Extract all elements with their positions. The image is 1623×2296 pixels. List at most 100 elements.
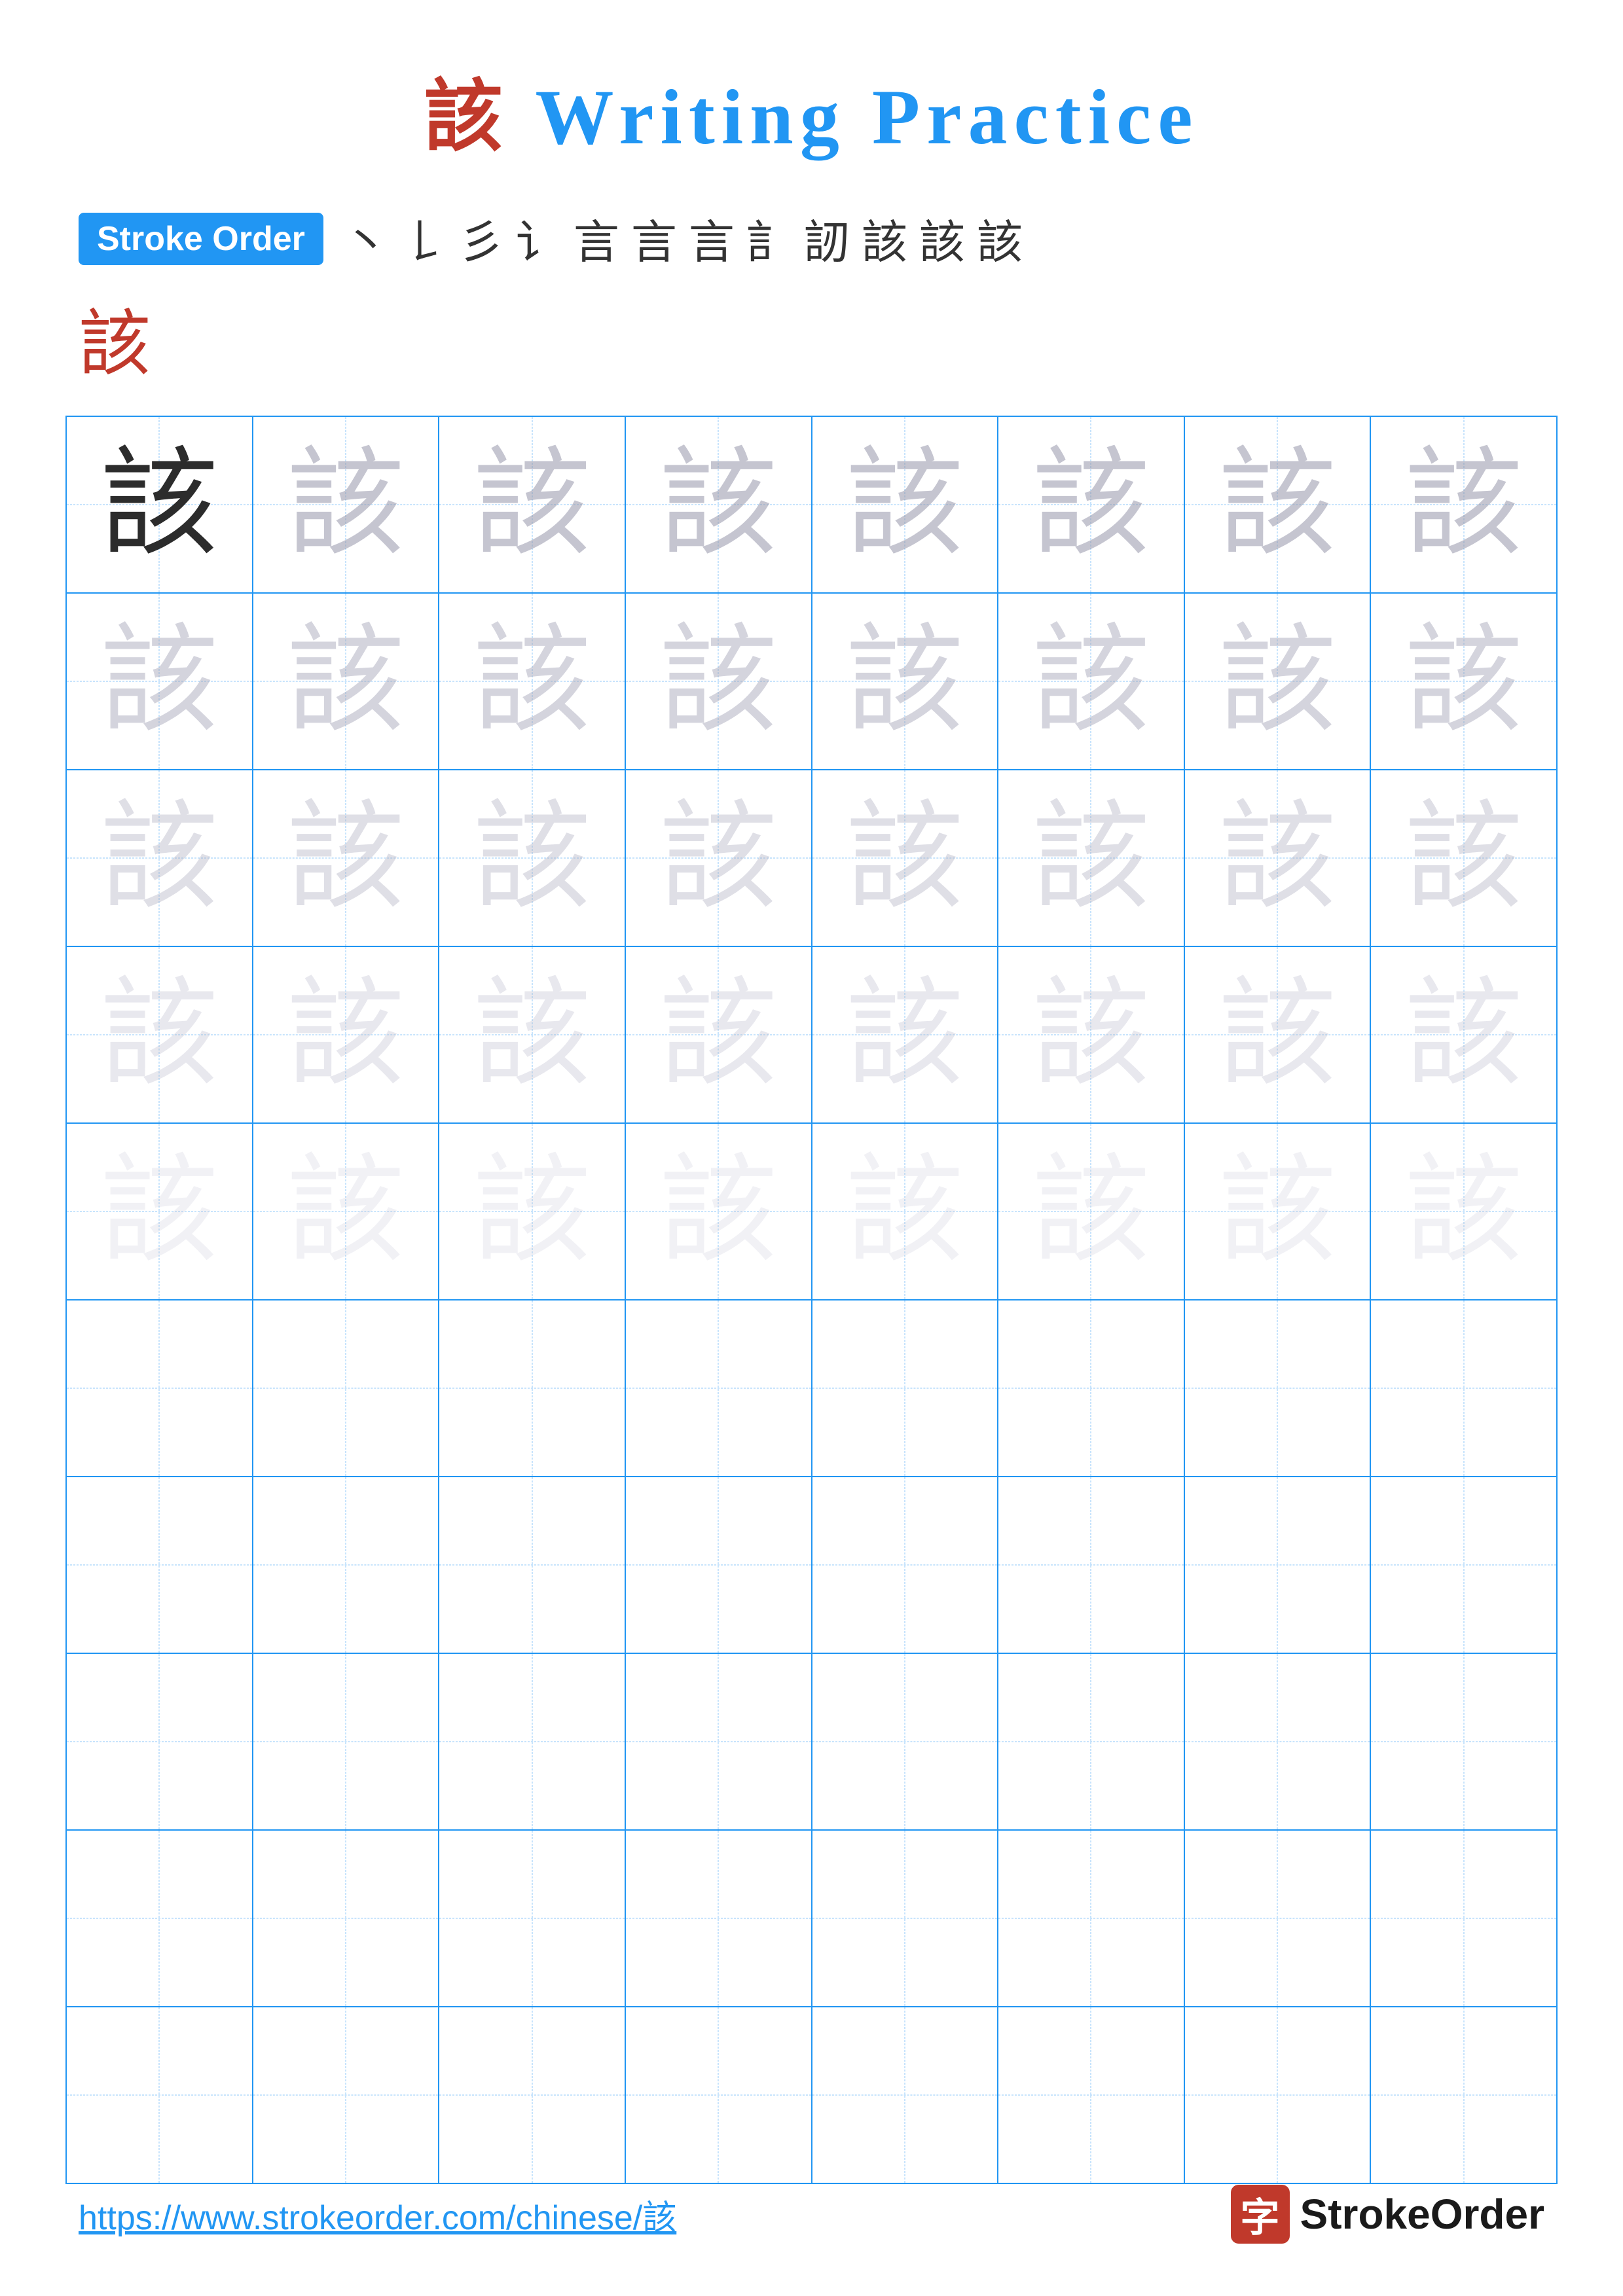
grid-cell[interactable]: 該 <box>998 593 1184 770</box>
practice-grid: 該 該 該 該 該 該 該 該 該 該 該 該 該 該 該 該 該 該 該 該 … <box>65 416 1558 2184</box>
grid-cell[interactable]: 該 <box>625 416 812 593</box>
grid-cell[interactable]: 該 <box>253 770 439 946</box>
grid-cell[interactable] <box>253 1830 439 2007</box>
grid-cell[interactable] <box>1370 2007 1557 2183</box>
practice-char: 該 <box>659 969 777 1100</box>
grid-cell[interactable] <box>253 1300 439 1477</box>
grid-cell[interactable]: 該 <box>1184 416 1371 593</box>
grid-cell[interactable] <box>439 2007 625 2183</box>
grid-cell[interactable]: 該 <box>1370 416 1557 593</box>
practice-char: 該 <box>473 969 591 1100</box>
practice-char: 該 <box>846 1146 964 1276</box>
grid-cell[interactable]: 該 <box>253 1123 439 1300</box>
grid-cell[interactable] <box>812 2007 998 2183</box>
grid-cell[interactable]: 該 <box>253 416 439 593</box>
grid-cell[interactable]: 該 <box>625 770 812 946</box>
practice-char: 該 <box>100 793 218 923</box>
grid-cell[interactable] <box>998 1477 1184 1653</box>
grid-cell[interactable] <box>625 1830 812 2007</box>
grid-cell[interactable] <box>812 1830 998 2007</box>
grid-cell[interactable] <box>253 1653 439 1830</box>
grid-cell[interactable] <box>998 1653 1184 1830</box>
grid-cell[interactable] <box>439 1300 625 1477</box>
grid-cell[interactable] <box>1370 1300 1557 1477</box>
grid-cell[interactable] <box>998 1830 1184 2007</box>
grid-cell[interactable] <box>812 1477 998 1653</box>
grid-cell[interactable]: 該 <box>998 770 1184 946</box>
grid-cell[interactable] <box>998 1300 1184 1477</box>
grid-cell[interactable] <box>1370 1653 1557 1830</box>
practice-char: 該 <box>287 969 405 1100</box>
grid-cell[interactable] <box>625 2007 812 2183</box>
grid-cell[interactable] <box>66 1653 253 1830</box>
grid-cell[interactable] <box>66 1477 253 1653</box>
stroke-3: 彡 <box>458 206 504 272</box>
practice-char: 該 <box>1405 793 1523 923</box>
grid-cell[interactable]: 該 <box>812 1123 998 1300</box>
grid-cell[interactable]: 該 <box>439 593 625 770</box>
grid-cell[interactable] <box>625 1653 812 1830</box>
footer: https://www.strokeorder.com/chinese/該 字 … <box>0 2185 1623 2244</box>
grid-cell[interactable]: 該 <box>1184 946 1371 1123</box>
grid-cell[interactable]: 該 <box>439 416 625 593</box>
grid-cell[interactable]: 該 <box>998 416 1184 593</box>
grid-cell[interactable] <box>1184 1653 1371 1830</box>
grid-cell[interactable] <box>66 1830 253 2007</box>
grid-cell[interactable] <box>439 1653 625 1830</box>
grid-cell[interactable]: 該 <box>66 946 253 1123</box>
grid-cell[interactable]: 該 <box>253 593 439 770</box>
grid-cell[interactable] <box>1184 1477 1371 1653</box>
practice-char: 該 <box>100 969 218 1100</box>
grid-cell[interactable]: 該 <box>253 946 439 1123</box>
char-final-line: 該 <box>0 285 1623 389</box>
grid-cell[interactable]: 該 <box>66 593 253 770</box>
grid-cell[interactable] <box>625 1300 812 1477</box>
grid-cell[interactable] <box>998 2007 1184 2183</box>
grid-cell[interactable]: 該 <box>439 946 625 1123</box>
grid-cell[interactable]: 該 <box>812 416 998 593</box>
stroke-sequence: 丶 𠄌 彡 讠 言 言 言 訁 訒 該 該 該 <box>343 206 1023 272</box>
table-row <box>66 1300 1557 1477</box>
grid-cell[interactable]: 該 <box>625 593 812 770</box>
footer-url[interactable]: https://www.strokeorder.com/chinese/該 <box>79 2190 676 2239</box>
grid-cell[interactable]: 該 <box>439 1123 625 1300</box>
grid-cell[interactable] <box>66 1300 253 1477</box>
practice-char: 該 <box>1405 439 1523 569</box>
grid-cell[interactable] <box>1370 1477 1557 1653</box>
grid-cell[interactable]: 該 <box>66 1123 253 1300</box>
grid-cell[interactable] <box>625 1477 812 1653</box>
grid-cell[interactable]: 該 <box>1184 593 1371 770</box>
practice-char: 該 <box>100 1146 218 1276</box>
grid-cell[interactable] <box>1184 2007 1371 2183</box>
grid-cell[interactable]: 該 <box>998 946 1184 1123</box>
grid-cell[interactable]: 該 <box>1370 1123 1557 1300</box>
grid-cell[interactable] <box>1370 1830 1557 2007</box>
grid-cell[interactable] <box>812 1653 998 1830</box>
grid-cell[interactable]: 該 <box>1370 593 1557 770</box>
practice-char: 該 <box>846 793 964 923</box>
grid-cell[interactable]: 該 <box>1184 770 1371 946</box>
grid-cell[interactable]: 該 <box>66 770 253 946</box>
grid-cell[interactable]: 該 <box>812 946 998 1123</box>
grid-cell[interactable]: 該 <box>998 1123 1184 1300</box>
grid-cell[interactable]: 該 <box>66 416 253 593</box>
grid-cell[interactable] <box>66 2007 253 2183</box>
grid-cell[interactable]: 該 <box>1184 1123 1371 1300</box>
grid-cell[interactable]: 該 <box>1370 946 1557 1123</box>
grid-cell[interactable]: 該 <box>812 770 998 946</box>
grid-cell[interactable] <box>1184 1830 1371 2007</box>
grid-cell[interactable] <box>1184 1300 1371 1477</box>
table-row <box>66 1653 1557 1830</box>
grid-cell[interactable] <box>439 1830 625 2007</box>
stroke-8: 訁 <box>746 206 792 272</box>
grid-cell[interactable] <box>812 1300 998 1477</box>
grid-cell[interactable]: 該 <box>625 946 812 1123</box>
grid-cell[interactable]: 該 <box>1370 770 1557 946</box>
grid-cell[interactable]: 該 <box>812 593 998 770</box>
grid-cell[interactable] <box>253 2007 439 2183</box>
grid-cell[interactable] <box>253 1477 439 1653</box>
grid-cell[interactable]: 該 <box>439 770 625 946</box>
brand-char: 字 <box>1241 2186 1280 2243</box>
grid-cell[interactable]: 該 <box>625 1123 812 1300</box>
grid-cell[interactable] <box>439 1477 625 1653</box>
